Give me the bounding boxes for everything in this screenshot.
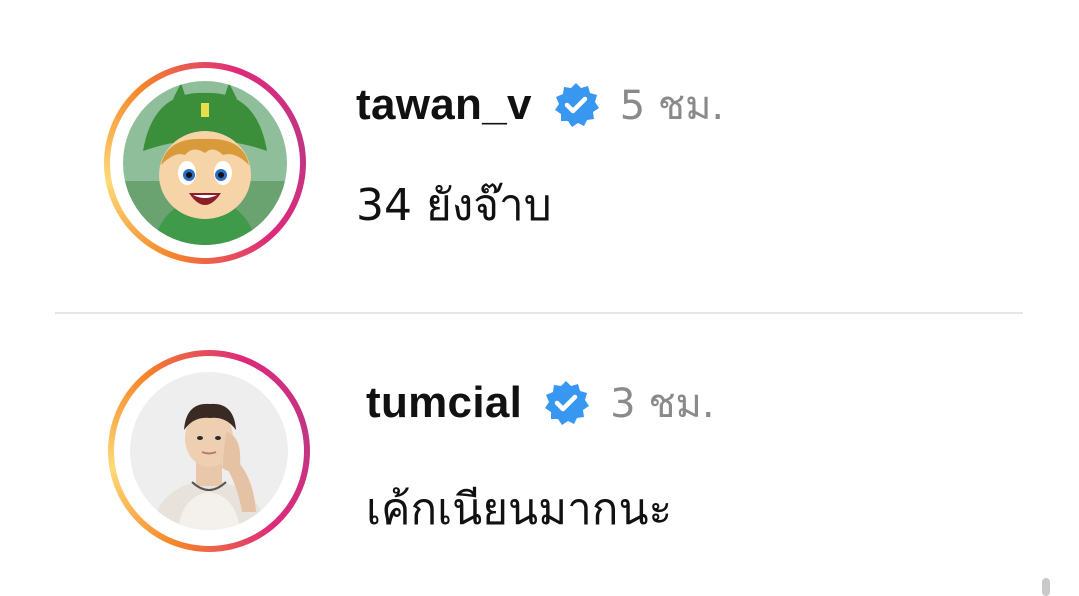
comment-text: เค้กเนียนมากนะ: [366, 484, 673, 535]
comment-time: 3 ชม.: [610, 381, 715, 427]
comment-time: 5 ชม.: [619, 83, 725, 129]
scrollbar[interactable]: [1042, 578, 1050, 596]
comment-item: tumcial 3 ชม. เค้กเนียนมากนะ: [0, 316, 1079, 596]
comment-header: tumcial 3 ชม.: [366, 374, 715, 432]
username[interactable]: tawan_v: [356, 80, 532, 130]
avatar[interactable]: [123, 81, 287, 245]
comment-item: tawan_v 5 ชม. 34 ยังจ๊าบ: [0, 0, 1079, 312]
divider: [55, 312, 1023, 314]
comment-text: 34 ยังจ๊าบ: [356, 180, 552, 231]
cartoon-avatar-image: [123, 81, 287, 245]
username[interactable]: tumcial: [366, 378, 522, 428]
verified-badge-icon: [542, 379, 590, 427]
comment-header: tawan_v 5 ชม.: [356, 76, 724, 134]
comments-list: tawan_v 5 ชม. 34 ยังจ๊าบ tumcial 3 ชม. เ…: [0, 0, 1079, 596]
verified-badge-icon: [552, 81, 600, 129]
avatar[interactable]: [130, 372, 288, 530]
photo-avatar-image: [130, 372, 288, 530]
